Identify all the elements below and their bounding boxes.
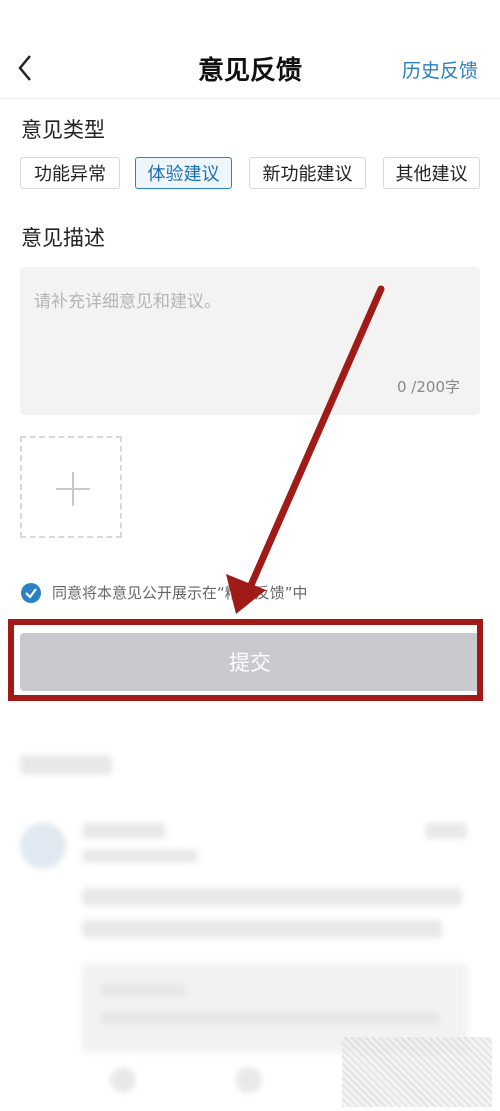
plus-icon-vertical (72, 472, 74, 506)
description-label: 意见描述 (21, 226, 105, 250)
nav-header: 意见反馈 历史反馈 (0, 0, 500, 99)
type-option-experience-suggestion[interactable]: 体验建议 (135, 157, 232, 189)
agreement-text: 同意将本意见公开展示在“精选反馈”中 (52, 584, 308, 602)
feedback-type-label: 意见类型 (21, 118, 105, 142)
char-counter: 0 /200字 (397, 378, 460, 396)
annotation-highlight-box (8, 619, 483, 701)
history-feedback-link[interactable]: 历史反馈 (402, 56, 478, 83)
type-option-other[interactable]: 其他建议 (383, 157, 480, 189)
watermark (342, 1037, 492, 1107)
add-image-button[interactable] (20, 436, 122, 538)
checkmark-circle-icon[interactable] (20, 582, 42, 604)
description-placeholder: 请补充详细意见和建议。 (34, 292, 221, 312)
type-option-new-feature[interactable]: 新功能建议 (249, 157, 366, 189)
type-option-function-error[interactable]: 功能异常 (20, 157, 120, 189)
description-textarea[interactable]: 请补充详细意见和建议。 0 /200字 (20, 267, 480, 415)
